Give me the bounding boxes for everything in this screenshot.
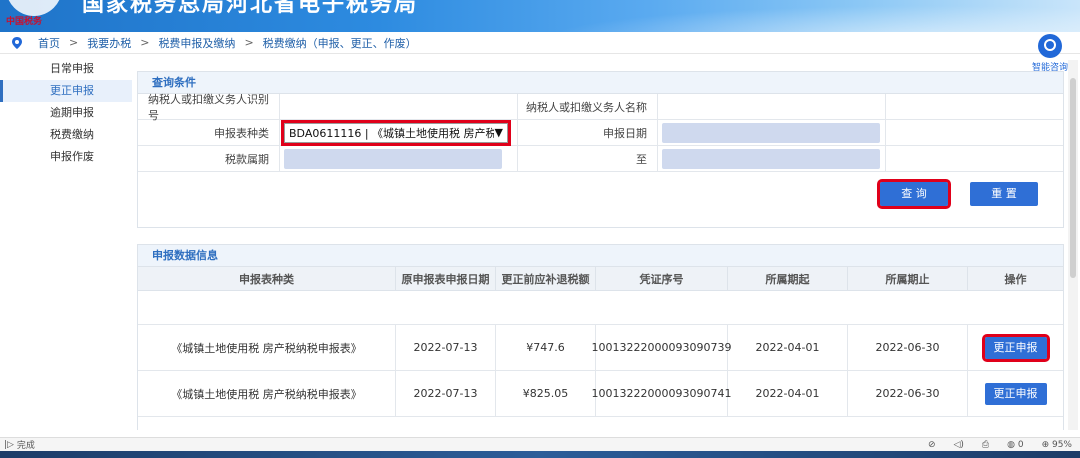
print-icon[interactable]: ⎙ (982, 440, 989, 450)
breadcrumb-sep: > (69, 36, 79, 49)
breadcrumb-home[interactable]: 首页 (38, 35, 60, 51)
breadcrumb-sep: > (140, 36, 150, 49)
chevron-down-icon: ▼ (494, 126, 503, 139)
to-label: 至 (518, 146, 658, 171)
results-header: 申报数据信息 (138, 245, 1063, 267)
query-actions: 查 询 重 置 (138, 172, 1063, 228)
cell-start: 2022-04-01 (728, 371, 848, 416)
tax-period-label: 税款属期 (138, 146, 280, 171)
form-type-label: 申报表种类 (138, 120, 280, 145)
cell-voucher: 10013222000093090741 (592, 371, 732, 416)
correct-declare-button[interactable]: 更正申报 (981, 333, 1050, 362)
table-row: 《城镇土地使用税 房产税纳税申报表》 2022-07-13 ¥747.6 100… (138, 325, 1063, 371)
results-spacer (138, 291, 1063, 325)
sidebar-item-daily[interactable]: 日常申报 (0, 58, 132, 80)
site-title: 国家税务总局河北省电子税务局 (82, 0, 419, 17)
cell-end: 2022-06-30 (848, 325, 968, 370)
cell-end: 2022-06-30 (848, 371, 968, 416)
speaker-icon[interactable]: ◁) (953, 440, 963, 450)
zoom-control[interactable]: ⊕ 95% (1042, 440, 1072, 450)
query-row-form: 申报表种类 BDA0611116 | 《城镇土地使用税 房产税纳税申 ▼ 申报日… (138, 119, 1063, 146)
declare-date-to-input[interactable] (662, 148, 880, 169)
shield-icon[interactable]: ⊘ (928, 440, 936, 450)
tax-period-input[interactable] (284, 148, 502, 169)
col-form-type: 申报表种类 (138, 267, 396, 290)
cell-form: 《城镇土地使用税 房产税纳税申报表》 (138, 371, 396, 416)
headset-icon (1038, 34, 1062, 58)
breadcrumb: 首页 > 我要办税 > 税费申报及缴纳 > 税费缴纳（申报、更正、作废） (0, 32, 1080, 54)
results-panel: 申报数据信息 申报表种类 原申报表申报日期 更正前应补退税额 凭证序号 所属期起… (137, 244, 1064, 430)
taxpayer-id-label: 纳税人或扣缴义务人识别号 (138, 93, 280, 122)
query-panel: 查询条件 纳税人或扣缴义务人识别号 纳税人或扣缴义务人名称 申报表种类 BDA0… (137, 71, 1064, 228)
taxpayer-name-label: 纳税人或扣缴义务人名称 (518, 94, 658, 119)
count-badge[interactable]: ◍ 0 (1007, 440, 1023, 450)
col-orig-date: 原申报表申报日期 (396, 267, 496, 290)
table-row: 《城镇土地使用税 房产税纳税申报表》 2022-07-13 ¥825.05 10… (138, 371, 1063, 417)
col-voucher: 凭证序号 (596, 267, 728, 290)
logo-text: 中国税务 (6, 17, 43, 27)
smart-consult-button[interactable]: 智能咨询 (1028, 34, 1072, 73)
declare-date-label: 申报日期 (518, 120, 658, 145)
count-value: 0 (1017, 439, 1024, 450)
sidebar-item-payment[interactable]: 税费缴纳 (0, 124, 132, 146)
cell-start: 2022-04-01 (728, 325, 848, 370)
cell-amount: ¥825.05 (496, 371, 596, 416)
page-scrollbar[interactable] (1068, 60, 1078, 430)
taxpayer-id-input[interactable] (280, 94, 518, 119)
header-banner: 中国税务 国家税务总局河北省电子税务局 (0, 0, 1080, 32)
breadcrumb-sep: > (244, 36, 254, 49)
status-play-icon: |▷ (4, 439, 17, 450)
banner-wave (480, 0, 1080, 32)
sidebar: 日常申报 更正申报 逾期申报 税费缴纳 申报作废 (0, 58, 132, 168)
reset-button[interactable]: 重 置 (970, 182, 1038, 206)
sidebar-item-overdue[interactable]: 逾期申报 (0, 102, 132, 124)
sidebar-item-correction[interactable]: 更正申报 (0, 80, 132, 102)
correct-declare-button[interactable]: 更正申报 (984, 382, 1047, 405)
col-amount: 更正前应补退税额 (496, 267, 596, 290)
breadcrumb-declare[interactable]: 税费申报及缴纳 (158, 35, 235, 51)
cell-form: 《城镇土地使用税 房产税纳税申报表》 (138, 325, 396, 370)
scrollbar-thumb[interactable] (1070, 78, 1076, 278)
smart-consult-label: 智能咨询 (1031, 63, 1068, 73)
taxpayer-name-input[interactable] (658, 94, 886, 119)
breadcrumb-current: 税费缴纳（申报、更正、作废） (262, 36, 417, 50)
query-row-taxpayer: 纳税人或扣缴义务人识别号 纳税人或扣缴义务人名称 (138, 93, 1063, 122)
location-pin-icon (12, 36, 22, 49)
status-text: 完成 (16, 441, 35, 451)
zoom-value: 95% (1051, 439, 1072, 450)
taskbar (0, 451, 1080, 458)
sidebar-item-void[interactable]: 申报作废 (0, 146, 132, 168)
form-type-value: BDA0611116 | 《城镇土地使用税 房产税纳税申 (289, 126, 494, 140)
cell-date: 2022-07-13 (396, 325, 496, 370)
cell-amount: ¥747.6 (496, 325, 596, 370)
cell-date: 2022-07-13 (396, 371, 496, 416)
results-table-header: 申报表种类 原申报表申报日期 更正前应补退税额 凭证序号 所属期起 所属期止 操… (138, 267, 1063, 291)
form-type-select[interactable]: BDA0611116 | 《城镇土地使用税 房产税纳税申 ▼ (281, 119, 511, 146)
cell-voucher: 10013222000093090739 (592, 325, 732, 370)
declare-date-from-input[interactable] (662, 122, 880, 143)
query-header: 查询条件 (138, 72, 1063, 94)
col-action: 操作 (1004, 272, 1027, 286)
query-row-period: 税款属期 至 (138, 146, 1063, 172)
breadcrumb-tax[interactable]: 我要办税 (87, 35, 131, 51)
col-period-start: 所属期起 (728, 267, 848, 290)
col-period-end: 所属期止 (848, 267, 968, 290)
status-bar: |▷ 完成 ⊘ ◁) ⎙ ◍ 0 ⊕ 95% (0, 437, 1080, 451)
query-button[interactable]: 查 询 (877, 179, 951, 209)
